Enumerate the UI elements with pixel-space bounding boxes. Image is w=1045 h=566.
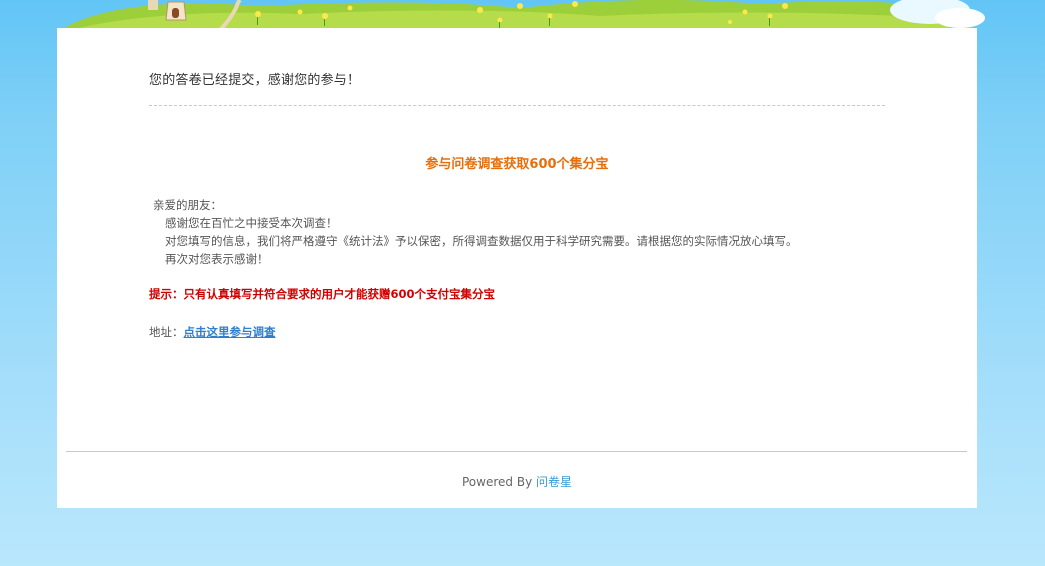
body-line: 再次对您表示感谢！ — [165, 252, 269, 266]
powered-by: Powered By 问卷星 — [57, 473, 977, 490]
result-card: 您的答卷已经提交，感谢您的参与！ 参与问卷调查获取600个集分宝 亲爱的朋友： … — [57, 28, 977, 508]
body-line: 感谢您在百忙之中接受本次调查！ — [165, 216, 338, 230]
reward-tip: 提示：只有认真填写并符合要求的用户才能获赠600个支付宝集分宝 — [149, 287, 496, 301]
greeting: 亲爱的朋友： — [153, 198, 222, 212]
address-label: 地址： — [149, 325, 184, 339]
header-banner — [0, 0, 1045, 30]
footer-divider — [66, 451, 967, 452]
submitted-message: 您的答卷已经提交，感谢您的参与！ — [149, 73, 361, 88]
body-line: 对您填写的信息，我们将严格遵守《统计法》予以保密，所得调查数据仅用于科学研究需要… — [165, 234, 798, 248]
brand-link[interactable]: 问卷星 — [536, 475, 572, 489]
promo-body: 亲爱的朋友： 感谢您在百忙之中接受本次调查！ 对您填写的信息，我们将严格遵守《统… — [153, 196, 798, 268]
dashed-divider — [149, 105, 885, 106]
powered-by-label: Powered By — [462, 475, 536, 489]
address-row: 地址：点击这里参与调查 — [149, 324, 276, 340]
meadow-illustration — [60, 0, 985, 30]
promo-headline: 参与问卷调查获取600个集分宝 — [425, 157, 609, 172]
survey-link[interactable]: 点击这里参与调查 — [184, 325, 276, 339]
